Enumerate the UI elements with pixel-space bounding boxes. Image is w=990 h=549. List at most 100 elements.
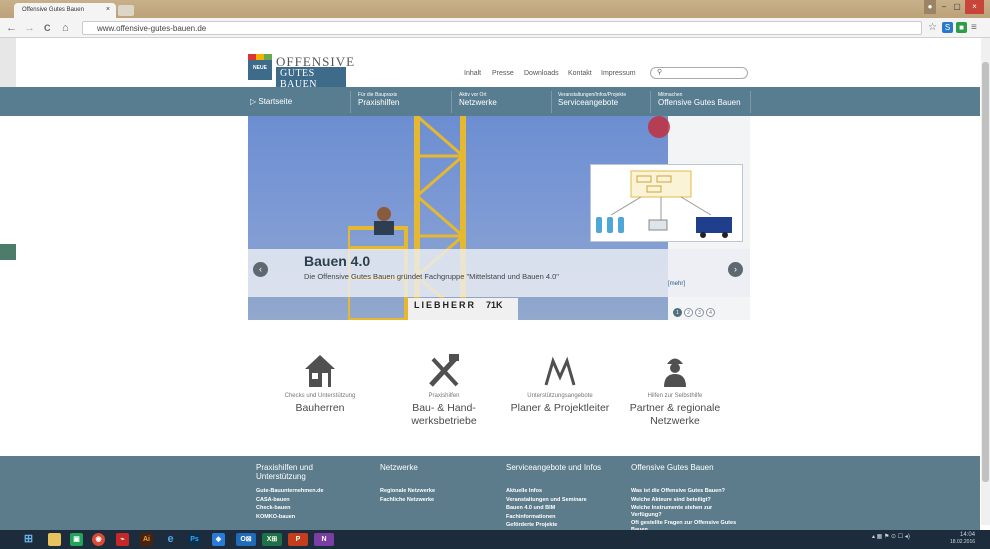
footer-heading: Praxishilfen und Unterstützung [256, 463, 313, 481]
slider-next-button[interactable]: › [728, 262, 743, 277]
footer-link[interactable]: Welche Akteure sind beteiligt? [631, 496, 743, 505]
file-explorer-icon[interactable] [48, 533, 61, 546]
link-inhalt[interactable]: Inhalt [464, 70, 481, 77]
footer-col-service: Serviceangebote und Infos Aktuelle Infos… [506, 463, 626, 530]
chrome-icon[interactable]: ◉ [92, 533, 105, 546]
acrobat-icon[interactable]: ⌁ [116, 533, 129, 546]
user-icon[interactable]: ● [924, 0, 936, 14]
nav-divider [750, 91, 751, 113]
ie-icon[interactable]: e [164, 533, 177, 546]
feature-title: Partner & regionale Netzwerke [629, 402, 721, 427]
footer-link[interactable]: CASA-bauen [256, 496, 356, 505]
back-button[interactable]: ← [6, 21, 17, 35]
footer-link[interactable]: Was ist die Offensive Gutes Bauen? [631, 487, 743, 496]
dropbox-icon[interactable]: ◆ [212, 533, 225, 546]
menu-icon[interactable]: ≡ [971, 21, 977, 35]
footer-link[interactable]: Check-bauen [256, 504, 356, 513]
slider-pagination: 1234 [673, 301, 717, 319]
footer-link[interactable]: Veranstaltungen und Seminare [506, 496, 626, 505]
new-tab-button[interactable] [118, 5, 134, 16]
house-icon [305, 355, 335, 387]
compass-icon [544, 356, 576, 386]
page-scrollbar[interactable] [981, 38, 990, 525]
address-bar[interactable]: www.offensive-gutes-bauen.de [82, 21, 922, 35]
skype-extension-icon[interactable]: S [942, 22, 953, 33]
reload-button[interactable]: C [44, 21, 51, 35]
footer-link[interactable]: Gute-Bauunternehmen.de [256, 487, 356, 496]
site-logo[interactable]: NEUE OFFENSIVE GUTES BAUEN [248, 54, 354, 91]
link-impressum[interactable]: Impressum [601, 70, 636, 77]
browser-tab[interactable]: Offensive Gutes Bauen × [14, 3, 116, 18]
footer-link[interactable]: KOMKO-bauen [256, 513, 356, 522]
slide-more-link[interactable]: [mehr] [668, 281, 685, 287]
feature-subtitle: Checks und Unterstützung [284, 393, 356, 399]
slider-dot-2[interactable]: 2 [684, 308, 693, 317]
slider-prev-button[interactable]: ‹ [253, 262, 268, 277]
footer-heading: Serviceangebote und Infos [506, 463, 602, 472]
nav-netzwerke[interactable]: Aktiv vor Ort Netzwerke [459, 92, 497, 107]
forward-button[interactable]: → [24, 21, 35, 35]
nav-serviceangebote[interactable]: Veranstaltungen/Infos/Projekte Servicean… [558, 92, 626, 107]
bookmark-star-icon[interactable]: ☆ [928, 21, 937, 35]
footer-link[interactable]: Regionale Netzwerke [380, 487, 490, 496]
hero-slider[interactable]: LIEBHERR 71K Bauen 4.0 Die Offensive Gut… [248, 116, 750, 320]
nav-divider [551, 91, 552, 113]
footer-col-praxishilfen: Praxishilfen und Unterstützung Gute-Bauu… [256, 463, 356, 521]
tab-strip: Offensive Gutes Bauen × ● – ▢ × [0, 0, 990, 18]
feature-subtitle: Hilfen zur Selbsthilfe [647, 393, 703, 399]
slider-dot-1[interactable]: 1 [673, 308, 682, 317]
desktop-element [0, 244, 16, 260]
store-icon[interactable]: ▣ [70, 533, 83, 546]
tray-icons[interactable]: ▴ ▦ ⚑ ⊙ ☐ ◂) [872, 533, 910, 540]
footer-link[interactable]: Fachliche Netzwerke [380, 496, 490, 505]
nav-label: Offensive Gutes Bauen [658, 98, 741, 107]
onenote-icon[interactable]: N [314, 533, 334, 546]
windows-start-icon[interactable]: ⊞ [22, 533, 35, 546]
slide-subtitle: Die Offensive Gutes Bauen gründet Fachgr… [304, 272, 559, 281]
site-footer [0, 456, 980, 530]
powerpoint-icon[interactable]: P [288, 533, 308, 546]
clock[interactable]: 14:04 18.02.2016 [950, 532, 975, 546]
nav-offensive[interactable]: Mitmachen Offensive Gutes Bauen [658, 92, 741, 107]
excel-icon[interactable]: X⊞ [262, 533, 282, 546]
scrollbar-thumb[interactable] [982, 62, 989, 482]
link-kontakt[interactable]: Kontakt [568, 70, 592, 77]
photoshop-icon[interactable]: Ps [188, 533, 201, 546]
worker-icon [664, 358, 686, 387]
logo-badge: NEUE [248, 54, 272, 80]
footer-link[interactable]: Aktuelle Infos [506, 487, 626, 496]
link-downloads[interactable]: Downloads [524, 70, 559, 77]
illustrator-icon[interactable]: Ai [140, 533, 153, 546]
footer-link[interactable]: Welche Instrumente stehen zur Verfügung? [631, 505, 743, 519]
feature-planer[interactable]: Unterstützungsangebote Planer & Projektl… [500, 353, 620, 415]
feature-title: Bauherren [295, 402, 345, 414]
clock-time: 14:04 [960, 532, 976, 538]
home-button[interactable]: ⌂ [62, 21, 69, 35]
maximize-button[interactable]: ▢ [951, 0, 963, 14]
crane-brand: LIEBHERR [414, 300, 477, 310]
minimize-button[interactable]: – [938, 0, 950, 14]
nav-praxishilfen[interactable]: Für die Baupraxis Praxishilfen [358, 92, 399, 107]
nav-label: ▷ Startseite [250, 97, 293, 106]
tab-close-icon[interactable]: × [106, 6, 110, 13]
slider-dot-3[interactable]: 3 [695, 308, 704, 317]
feature-partner[interactable]: Hilfen zur Selbsthilfe Partner & regiona… [620, 353, 730, 428]
nav-startseite[interactable]: ▷ Startseite [250, 97, 292, 106]
link-presse[interactable]: Presse [492, 70, 514, 77]
footer-col-offensive: Offensive Gutes Bauen Was ist die Offens… [631, 463, 743, 534]
search-input[interactable]: ⚲ [650, 67, 748, 79]
browser-toolbar: ← → C ⌂ www.offensive-gutes-bauen.de ☆ S… [0, 18, 990, 38]
footer-link[interactable]: Fachinformationen [506, 513, 626, 522]
feature-bauherren[interactable]: Checks und Unterstützung Bauherren [270, 353, 370, 415]
outlook-icon[interactable]: O⊠ [236, 533, 256, 546]
feature-betriebe[interactable]: Praxishilfen Bau- & Hand- werksbetriebe [394, 353, 494, 428]
footer-link[interactable]: Bauen 4.0 und BIM [506, 504, 626, 513]
footer-link[interactable]: Geförderte Projekte [506, 521, 626, 530]
footer-heading: Offensive Gutes Bauen [631, 463, 714, 472]
close-window-button[interactable]: × [965, 0, 984, 14]
feature-title: Planer & Projektleiter [510, 402, 610, 414]
extension-icon[interactable]: ■ [956, 22, 967, 33]
slider-dot-4[interactable]: 4 [706, 308, 715, 317]
crane-sign: LIEBHERR 71K [408, 298, 518, 320]
feature-subtitle: Unterstützungsangebote [527, 393, 593, 399]
